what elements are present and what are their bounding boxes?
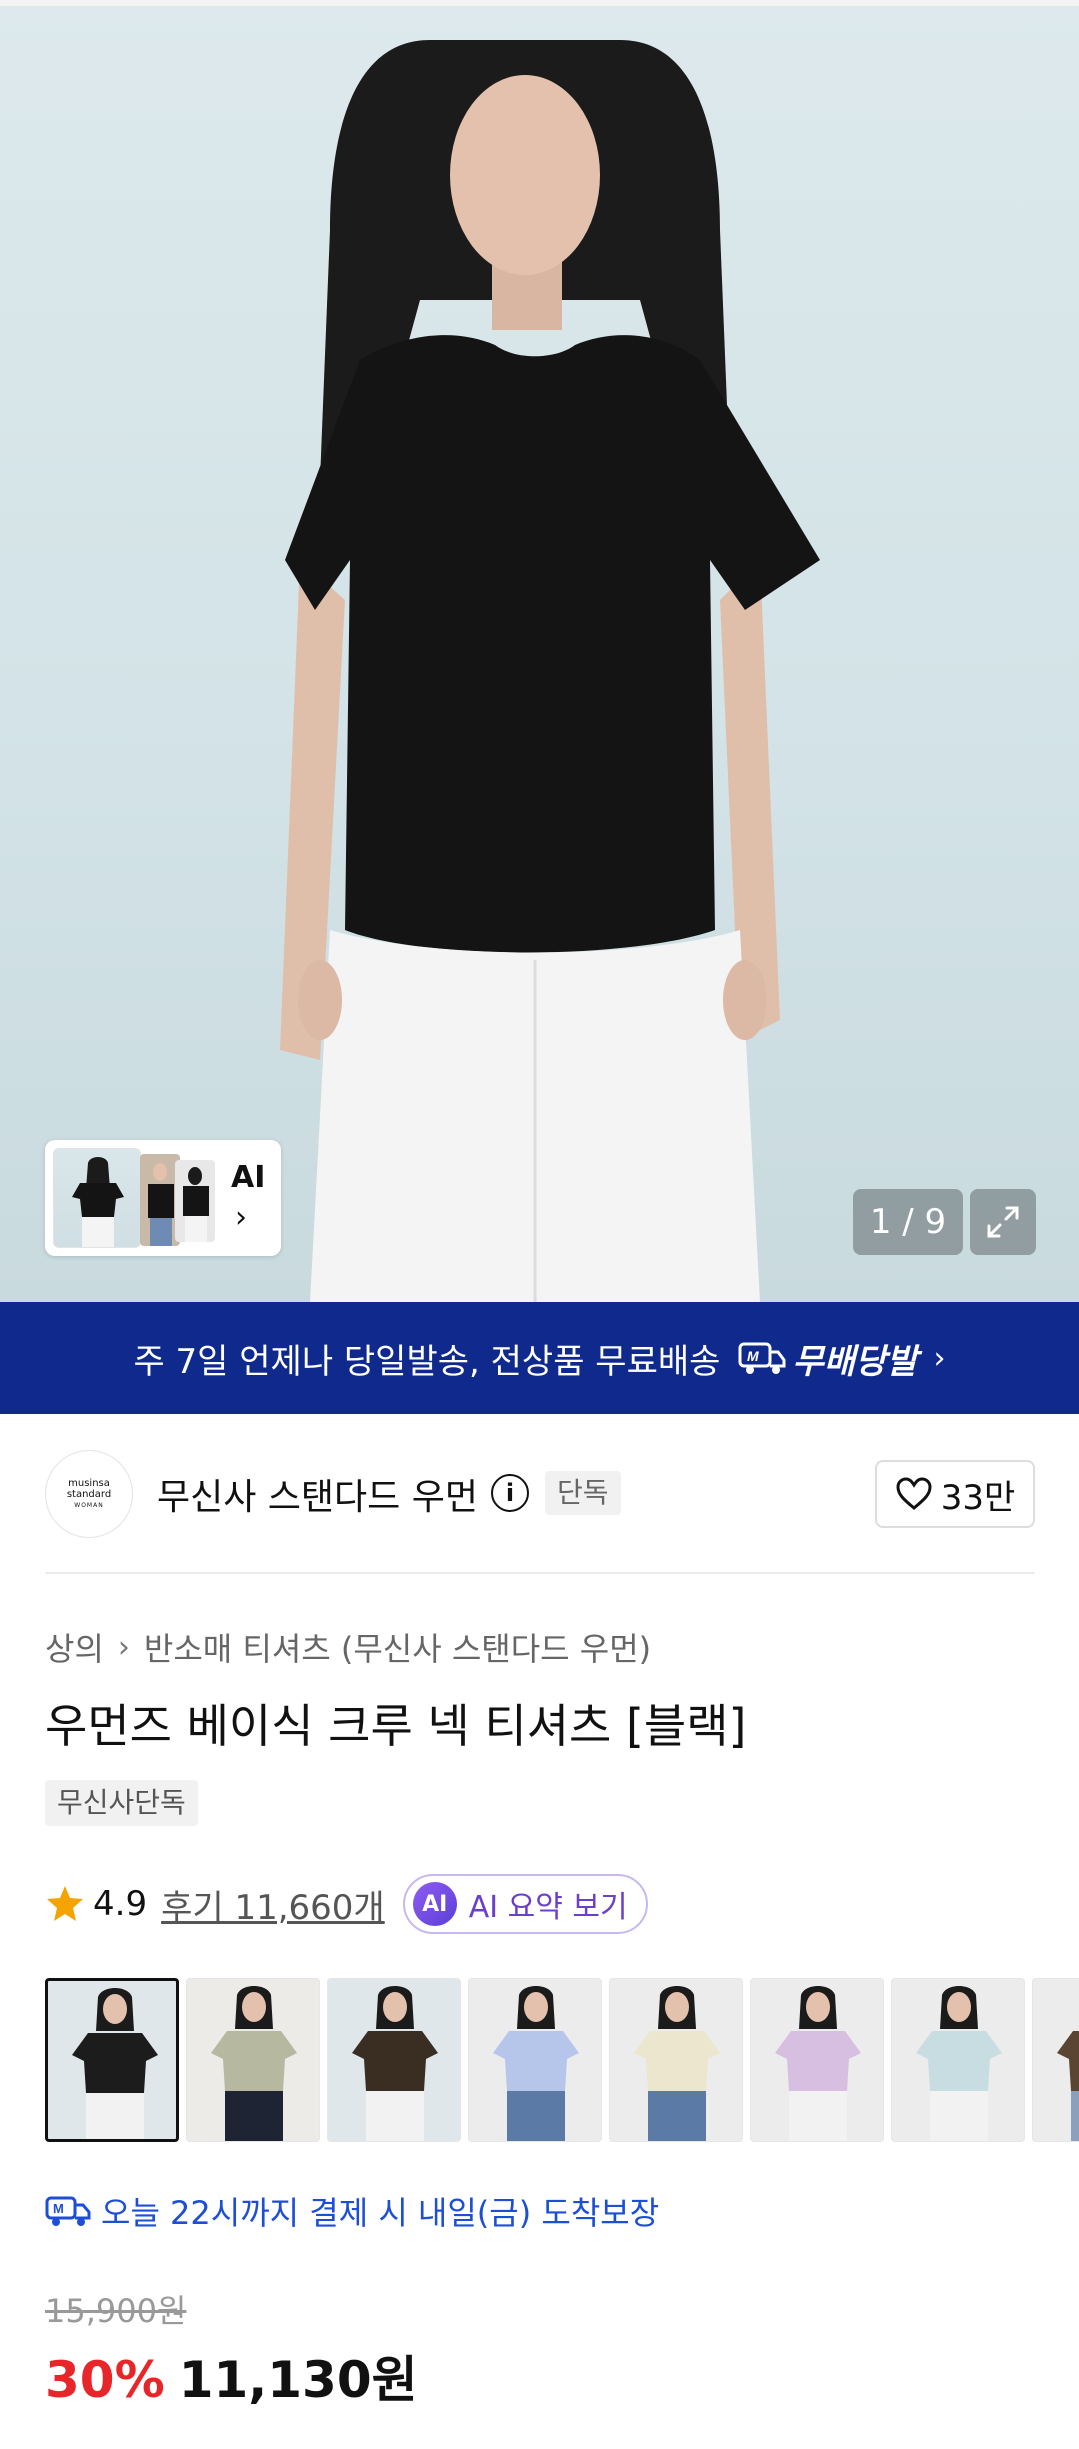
image-counter: 1 / 9	[853, 1189, 963, 1255]
star-icon	[47, 1886, 83, 1921]
info-icon[interactable]: i	[491, 1474, 529, 1512]
heart-icon	[896, 1477, 932, 1510]
color-swatch[interactable]	[609, 1978, 743, 2142]
delivery-text: 오늘 22시까지 결제 시 내일(금) 도착보장	[101, 2194, 660, 2232]
sale-price: 11,130원	[178, 2351, 418, 2409]
product-photo	[280, 40, 820, 1302]
color-swatch[interactable]	[750, 1978, 884, 2142]
discount-rate: 30%	[45, 2351, 165, 2409]
color-swatch[interactable]	[891, 1978, 1025, 2142]
like-count: 33만	[940, 1477, 1016, 1518]
musinsa-delivery-logo: M 무배당발	[738, 1334, 918, 1383]
banner-logo-text: 무배당발	[792, 1341, 918, 1382]
ai-label: AI	[231, 1160, 266, 1195]
color-swatch[interactable]	[1032, 1978, 1079, 2142]
color-swatch[interactable]	[327, 1978, 461, 2142]
expand-button[interactable]	[970, 1189, 1036, 1255]
breadcrumb-item-subcategory[interactable]: 반소매 티셔츠 (무신사 스탠다드 우먼)	[144, 1624, 651, 1670]
price-row: 30% 11,130원	[45, 2340, 418, 2412]
rating-row: 4.9 후기 11,660개 AI AI 요약 보기	[45, 1872, 648, 1936]
exclusive-badge: 무신사단독	[45, 1780, 198, 1826]
product-title: 우먼즈 베이식 크루 넥 티셔츠 [블랙]	[45, 1699, 747, 1753]
color-swatch[interactable]	[468, 1978, 602, 2142]
chevron-right-icon: ›	[235, 1200, 247, 1235]
brand-name[interactable]: 무신사 스탠다드 우먼	[157, 1468, 478, 1520]
free-shipping-banner[interactable]: 주 7일 언제나 당일발송, 전상품 무료배송 M 무배당발 ›	[0, 1302, 1079, 1414]
thumbnail-model-front	[53, 1148, 141, 1248]
color-options	[45, 1978, 1079, 2142]
color-swatch[interactable]	[186, 1978, 320, 2142]
thumbnail-model-back	[175, 1160, 215, 1242]
brand-row: musinsa standard WOMAN 무신사 스탠다드 우먼 i 단독 …	[45, 1450, 1035, 1538]
chevron-right-icon: ›	[933, 1340, 946, 1376]
divider	[45, 1572, 1035, 1574]
brand-logo[interactable]: musinsa standard WOMAN	[45, 1450, 133, 1538]
exclusive-tag: 단독	[545, 1471, 621, 1515]
delivery-truck-icon: M	[738, 1342, 786, 1374]
original-price: 15,900원	[45, 2292, 187, 2330]
delivery-guarantee: M 오늘 22시까지 결제 시 내일(금) 도착보장	[45, 2186, 659, 2236]
delivery-truck-icon: M	[45, 2196, 91, 2226]
like-button[interactable]: 33만	[875, 1460, 1035, 1528]
product-image-gallery[interactable]: AI › 1 / 9	[0, 0, 1079, 1302]
svg-text:M: M	[747, 1348, 759, 1364]
breadcrumb: 상의 › 반소매 티셔츠 (무신사 스탠다드 우먼)	[45, 1624, 651, 1670]
ai-icon: AI	[412, 1882, 457, 1926]
color-swatch[interactable]	[45, 1978, 179, 2142]
breadcrumb-item-category[interactable]: 상의	[45, 1624, 104, 1670]
svg-text:M: M	[53, 2201, 64, 2216]
chevron-right-icon: ›	[117, 1629, 130, 1665]
ai-summary-button[interactable]: AI AI 요약 보기	[402, 1874, 648, 1934]
ai-lookbook-card[interactable]: AI ›	[45, 1140, 281, 1256]
ai-summary-label: AI 요약 보기	[468, 1890, 628, 1925]
rating-value: 4.9	[93, 1884, 148, 1924]
review-link[interactable]: 후기 11,660개	[161, 1880, 385, 1929]
banner-text: 주 7일 언제나 당일발송, 전상품 무료배송	[133, 1341, 721, 1382]
expand-icon	[987, 1206, 1019, 1238]
thumbnail-model-side	[140, 1154, 180, 1246]
